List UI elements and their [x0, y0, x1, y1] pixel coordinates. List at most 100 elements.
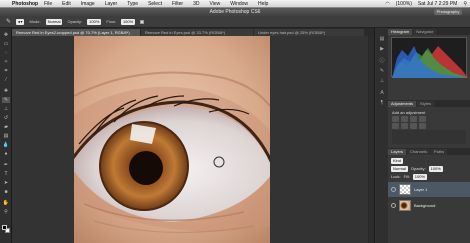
menu-help[interactable]: Help	[258, 1, 268, 7]
tab-document-2[interactable]: Remove Red in Eyes.psd @ 33.7% (RGB/8*)	[141, 29, 253, 36]
blend-opacity-row: Normal Opacity: 100%	[391, 165, 443, 172]
menu-select[interactable]: Select	[148, 1, 162, 7]
menu-file[interactable]: File	[44, 1, 52, 7]
eyedropper-tool-icon[interactable]: ⁄	[2, 77, 10, 83]
layer-row[interactable]: Background	[388, 198, 470, 213]
histogram-panel-tabs: Histogram Navigator	[388, 28, 470, 35]
quick-select-tool-icon[interactable]: ✧	[2, 59, 10, 65]
brushes-panel-icon[interactable]: ✎	[378, 68, 386, 75]
tab-document-3[interactable]: Under eyes hair.psd @ 25% (RGB/8*)	[254, 29, 364, 36]
info-panel-icon[interactable]: ⓘ	[378, 58, 386, 65]
brightness-icon[interactable]	[392, 116, 399, 122]
fill-field[interactable]: 100%	[412, 173, 428, 180]
levels-icon[interactable]	[401, 116, 408, 122]
tab-histogram[interactable]: Histogram	[388, 29, 413, 35]
tab-paths[interactable]: Paths	[430, 149, 448, 155]
dodge-tool-icon[interactable]: ●	[2, 151, 10, 157]
hue-saturation-icon[interactable]	[401, 123, 408, 129]
brush-tool-icon[interactable]: ✎	[2, 97, 10, 103]
eraser-tool-icon[interactable]: ▰	[2, 124, 10, 130]
actions-panel-icon[interactable]: ▶	[378, 46, 386, 53]
adjustments-title: Add an adjustment	[392, 110, 426, 115]
mode-select[interactable]: Normal	[45, 18, 63, 25]
menu-type[interactable]: Type	[127, 1, 138, 7]
visibility-eye-icon[interactable]	[391, 203, 396, 208]
shape-tool-icon[interactable]: ■	[2, 189, 10, 195]
status-area: ◠ (100%) Sat Jul 7 2:29 PM ⚲	[385, 0, 467, 8]
blend-mode-select[interactable]: Normal	[391, 165, 408, 172]
brush-tool-icon[interactable]: ✎	[6, 18, 11, 25]
menu-layer[interactable]: Layer	[105, 1, 118, 7]
battery-indicator[interactable]: (100%)	[396, 1, 412, 7]
history-brush-tool-icon[interactable]: ↺	[2, 115, 10, 121]
lock-fill-row: Lock: Fill: 100%	[391, 173, 428, 180]
menu-3d[interactable]: 3D	[193, 1, 199, 7]
character-panel-icon[interactable]: A	[378, 90, 386, 97]
window-title: Adobe Photoshop CS6	[209, 9, 261, 15]
tab-layers[interactable]: Layers	[388, 149, 407, 155]
menu-edit[interactable]: Edit	[62, 1, 71, 7]
gradient-tool-icon[interactable]: ▤	[2, 133, 10, 139]
layer-thumbnail	[399, 200, 411, 211]
path-select-tool-icon[interactable]: ➤	[2, 180, 10, 186]
eye-photo-canvas[interactable]	[74, 36, 270, 243]
tab-styles[interactable]: Styles	[417, 101, 434, 107]
workspace-switcher[interactable]: Photography	[434, 9, 462, 15]
paragraph-panel-icon[interactable]: ¶	[378, 100, 386, 107]
mac-menu-bar: Photoshop File Edit Image Layer Type Sel…	[0, 0, 470, 8]
clone-stamp-tool-icon[interactable]: ⊥	[2, 106, 10, 112]
hand-tool-icon[interactable]: ✋	[2, 200, 10, 206]
mode-label: Mode:	[29, 19, 41, 24]
foreground-color-swatch[interactable]	[2, 225, 7, 230]
tools-panel: ✥ ▭ ◌ ✧ ⌗ ⁄ ✚ ✎ ⊥ ↺ ▰ ▤ 💧 ● ✒ T ➤ ■ ✋ ⚲	[0, 28, 12, 243]
crop-tool-icon[interactable]: ⌗	[2, 68, 10, 74]
type-tool-icon[interactable]: T	[2, 171, 10, 177]
layer-opacity-field[interactable]: 100%	[428, 165, 443, 172]
opacity-field[interactable]: 100%	[87, 18, 102, 25]
layer-filter-row: Kind	[391, 157, 404, 164]
menu-filter[interactable]: Filter	[172, 1, 183, 7]
wifi-icon[interactable]: ◠	[385, 1, 389, 7]
healing-brush-tool-icon[interactable]: ✚	[2, 88, 10, 94]
menu-image[interactable]: Image	[81, 1, 95, 7]
layers-panel-tabs: Layers Channels Paths	[388, 148, 470, 155]
blur-tool-icon[interactable]: 💧	[2, 142, 10, 148]
layer-thumbnail	[399, 184, 411, 195]
menu-view[interactable]: View	[210, 1, 221, 7]
visibility-eye-icon[interactable]	[391, 187, 396, 192]
eye-photo	[74, 36, 270, 243]
tab-navigator[interactable]: Navigator	[413, 29, 437, 35]
history-panel-icon[interactable]: ▤	[378, 36, 386, 43]
app-menu[interactable]: Photoshop	[12, 1, 38, 7]
window-title-bar: Adobe Photoshop CS6 Photography	[0, 8, 470, 16]
layer-row[interactable]: Layer 1	[388, 182, 470, 197]
adjustment-icons-row-2	[392, 123, 466, 130]
clone-source-panel-icon[interactable]: ⊥	[378, 78, 386, 85]
adjustments-body	[392, 130, 466, 144]
spotlight-icon[interactable]: ⚲	[463, 1, 467, 7]
flow-field[interactable]: 100%	[120, 18, 136, 25]
vibrance-icon[interactable]	[392, 123, 399, 129]
clock[interactable]: Sat Jul 7 2:29 PM	[418, 1, 457, 7]
menu-window[interactable]: Window	[230, 1, 248, 7]
marquee-tool-icon[interactable]: ▭	[2, 41, 10, 47]
tab-adjustments[interactable]: Adjustments	[388, 101, 417, 107]
color-balance-icon[interactable]	[410, 123, 417, 129]
document-tabs: Remove Red in Eyes2-cropped.psd @ 70.7% …	[12, 28, 374, 36]
layer-kind-filter[interactable]: Kind	[391, 157, 404, 164]
fill-label: Fill:	[403, 174, 410, 179]
layer-name: Layer 1	[414, 187, 428, 192]
pen-tool-icon[interactable]: ✒	[2, 162, 10, 168]
lasso-tool-icon[interactable]: ◌	[2, 50, 10, 56]
exposure-icon[interactable]	[419, 116, 426, 122]
lock-label: Lock:	[391, 174, 401, 179]
zoom-tool-icon[interactable]: ⚲	[2, 209, 10, 215]
tab-document-1[interactable]: Remove Red in Eyes2-cropped.psd @ 70.7% …	[12, 29, 140, 36]
layer-opacity-label: Opacity:	[410, 166, 426, 171]
black-white-icon[interactable]	[419, 123, 426, 129]
curves-icon[interactable]	[410, 116, 417, 122]
tab-channels[interactable]: Channels	[407, 149, 430, 155]
brush-preset-picker[interactable]: ●▾	[16, 18, 25, 25]
move-tool-icon[interactable]: ✥	[2, 32, 10, 38]
airbrush-toggle[interactable]	[140, 19, 145, 24]
